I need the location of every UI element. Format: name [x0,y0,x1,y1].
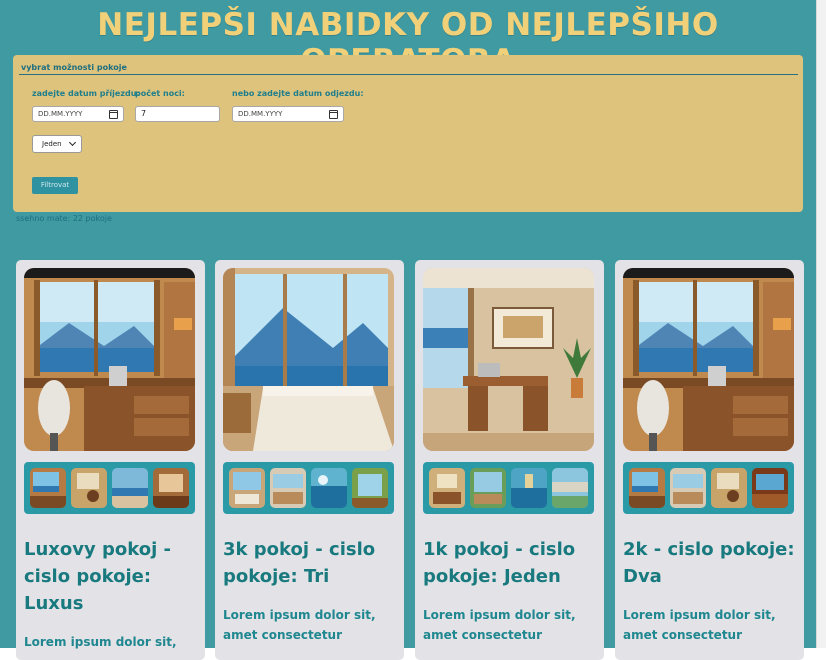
room-thumbnail[interactable] [470,468,506,508]
room-thumbnails [24,462,195,514]
departure-date-input[interactable]: DD.MM.YYYY [232,106,344,122]
room-description: Lorem ipsum dolor sit, amet consectetur [223,608,376,642]
room-thumbnail[interactable] [352,468,388,508]
departure-date-placeholder: DD.MM.YYYY [238,110,283,118]
result-count: ssehno mate: 22 pokoje [16,214,112,223]
room-main-image[interactable] [223,268,394,451]
filter-button[interactable]: Filtrovat [32,177,78,194]
room-card[interactable]: Luxovy pokoj - cislo pokoje: Luxus Lorem… [16,260,205,660]
room-thumbnail[interactable] [429,468,465,508]
room-main-image[interactable] [24,268,195,451]
room-main-image[interactable] [623,268,794,451]
room-main-image[interactable] [423,268,594,451]
room-thumbnail[interactable] [112,468,148,508]
room-title: Luxovy pokoj - cislo pokoje: Luxus [24,539,172,614]
arrival-date-input[interactable]: DD.MM.YYYY [32,106,124,122]
room-thumbnails [623,462,794,514]
arrival-date-label: zadejte datum příjezdu: [32,89,140,98]
departure-date-label: nebo zadejte datum odjezdu: [232,89,364,98]
room-thumbnail[interactable] [270,468,306,508]
room-thumbnails [223,462,394,514]
room-thumbnail[interactable] [629,468,665,508]
chevron-down-icon [68,138,77,147]
room-thumbnail[interactable] [229,468,265,508]
room-thumbnail[interactable] [311,468,347,508]
room-thumbnail[interactable] [552,468,588,508]
page-background: Nejlepši nabidky od nejlepšiho operatora… [0,0,816,660]
room-thumbnail[interactable] [71,468,107,508]
room-description: Lorem ipsum dolor sit, amet consectetur [623,608,776,642]
room-thumbnail[interactable] [670,468,706,508]
calendar-icon[interactable] [329,110,338,119]
room-thumbnail[interactable] [153,468,189,508]
room-type-select[interactable]: Jeden [32,135,82,153]
filter-divider [19,74,798,75]
room-card[interactable]: 2k - cislo pokoje: Dva Lorem ipsum dolor… [615,260,804,660]
calendar-icon[interactable] [109,110,118,119]
room-thumbnail[interactable] [511,468,547,508]
room-title: 2k - cislo pokoje: Dva [623,539,795,587]
room-card[interactable]: 1k pokoj - cislo pokoje: Jeden Lorem ips… [415,260,604,660]
room-card[interactable]: 3k pokoj - cislo pokoje: Tri Lorem ipsum… [215,260,404,660]
room-thumbnails [423,462,594,514]
room-type-selected: Jeden [42,140,62,148]
nights-input[interactable]: 7 [135,106,220,122]
room-title: 1k pokoj - cislo pokoje: Jeden [423,539,576,587]
room-filter-form: vybrat možnosti pokoje zadejte datum pří… [13,55,803,212]
room-thumbnail[interactable] [30,468,66,508]
room-title: 3k pokoj - cislo pokoje: Tri [223,539,376,587]
room-thumbnail[interactable] [711,468,747,508]
filter-legend: vybrat možnosti pokoje [21,63,127,72]
arrival-date-placeholder: DD.MM.YYYY [38,110,83,118]
nights-label: počet noci: [135,89,185,98]
room-description: Lorem ipsum dolor sit, amet consectetur [423,608,576,642]
room-thumbnail[interactable] [752,468,788,508]
page-scrollbar[interactable] [816,0,826,648]
room-description: Lorem ipsum dolor sit, [24,635,177,649]
